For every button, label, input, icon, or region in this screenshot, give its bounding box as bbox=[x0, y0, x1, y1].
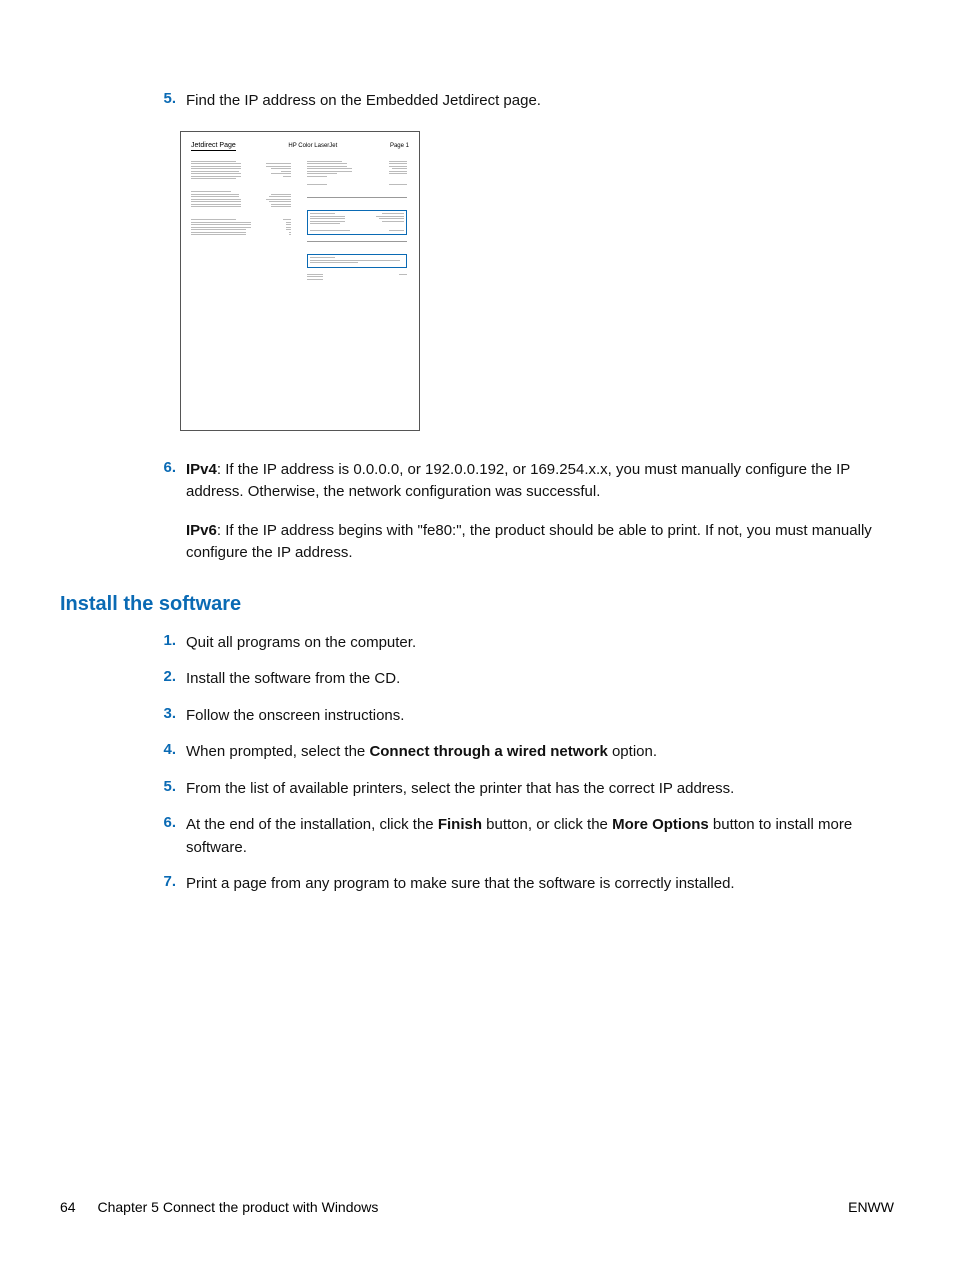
install-ordered-list: 1. Quit all programs on the computer. 2.… bbox=[138, 632, 894, 896]
install-step-2: 2. Install the software from the CD. bbox=[138, 668, 894, 691]
step4-pre: When prompted, select the bbox=[186, 743, 369, 760]
step-text: When prompted, select the Connect throug… bbox=[186, 741, 894, 764]
section-heading: Install the software bbox=[60, 593, 894, 616]
diagram-ipv4-box bbox=[307, 210, 407, 235]
step-number: 3. bbox=[138, 705, 176, 728]
step-text: Quit all programs on the computer. bbox=[186, 632, 894, 655]
diagram-title: Jetdirect Page bbox=[191, 142, 236, 151]
ipv6-text: : If the IP address begins with "fe80:",… bbox=[186, 522, 872, 562]
step-text: At the end of the installation, click th… bbox=[186, 814, 894, 859]
step-6: 6. IPv4: If the IP address is 0.0.0.0, o… bbox=[138, 459, 894, 565]
diagram-columns bbox=[191, 161, 409, 292]
document-page: 5. Find the IP address on the Embedded J… bbox=[0, 0, 954, 1270]
step4-bold: Connect through a wired network bbox=[369, 743, 607, 760]
install-step-1: 1. Quit all programs on the computer. bbox=[138, 632, 894, 655]
step6-bold1: Finish bbox=[438, 816, 482, 833]
step-text: Follow the onscreen instructions. bbox=[186, 705, 894, 728]
step-5: 5. Find the IP address on the Embedded J… bbox=[138, 90, 894, 113]
diagram-header: Jetdirect Page HP Color LaserJet Page 1 bbox=[191, 142, 409, 151]
diagram-ipv6-box bbox=[307, 254, 407, 268]
step6-mid: button, or click the bbox=[482, 816, 612, 833]
footer-left: 64 Chapter 5 Connect the product with Wi… bbox=[60, 1199, 378, 1215]
diagram-product: HP Color LaserJet bbox=[288, 143, 337, 149]
ipv4-label: IPv4 bbox=[186, 461, 217, 478]
top-ordered-list-cont: 6. IPv4: If the IP address is 0.0.0.0, o… bbox=[138, 459, 894, 565]
step-text: Find the IP address on the Embedded Jetd… bbox=[186, 90, 894, 113]
step6-bold2: More Options bbox=[612, 816, 709, 833]
footer-chapter: Chapter 5 Connect the product with Windo… bbox=[97, 1199, 378, 1215]
step-number: 7. bbox=[138, 873, 176, 896]
step-number: 4. bbox=[138, 741, 176, 764]
footer-page-number: 64 bbox=[60, 1199, 76, 1215]
step-text: IPv4: If the IP address is 0.0.0.0, or 1… bbox=[186, 459, 894, 565]
step-number: 2. bbox=[138, 668, 176, 691]
ipv6-label: IPv6 bbox=[186, 522, 217, 539]
diagram-left-col bbox=[191, 161, 291, 292]
step-text: Print a page from any program to make su… bbox=[186, 873, 894, 896]
step-text: Install the software from the CD. bbox=[186, 668, 894, 691]
install-step-5: 5. From the list of available printers, … bbox=[138, 778, 894, 801]
install-step-7: 7. Print a page from any program to make… bbox=[138, 873, 894, 896]
step6-pre: At the end of the installation, click th… bbox=[186, 816, 438, 833]
page-footer: 64 Chapter 5 Connect the product with Wi… bbox=[60, 1199, 894, 1215]
step-number: 5. bbox=[138, 90, 176, 113]
step-number: 6. bbox=[138, 459, 176, 565]
install-step-3: 3. Follow the onscreen instructions. bbox=[138, 705, 894, 728]
step-text: From the list of available printers, sel… bbox=[186, 778, 894, 801]
install-step-6: 6. At the end of the installation, click… bbox=[138, 814, 894, 859]
jetdirect-diagram-wrap: Jetdirect Page HP Color LaserJet Page 1 bbox=[180, 131, 894, 431]
footer-right: ENWW bbox=[848, 1199, 894, 1215]
step-number: 5. bbox=[138, 778, 176, 801]
step-number: 6. bbox=[138, 814, 176, 859]
diagram-right-col bbox=[307, 161, 407, 292]
jetdirect-diagram: Jetdirect Page HP Color LaserJet Page 1 bbox=[180, 131, 420, 431]
step4-post: option. bbox=[608, 743, 657, 760]
install-step-4: 4. When prompted, select the Connect thr… bbox=[138, 741, 894, 764]
ipv4-text: : If the IP address is 0.0.0.0, or 192.0… bbox=[186, 461, 850, 501]
top-ordered-list: 5. Find the IP address on the Embedded J… bbox=[138, 90, 894, 113]
diagram-page-label: Page 1 bbox=[390, 143, 409, 149]
step-number: 1. bbox=[138, 632, 176, 655]
